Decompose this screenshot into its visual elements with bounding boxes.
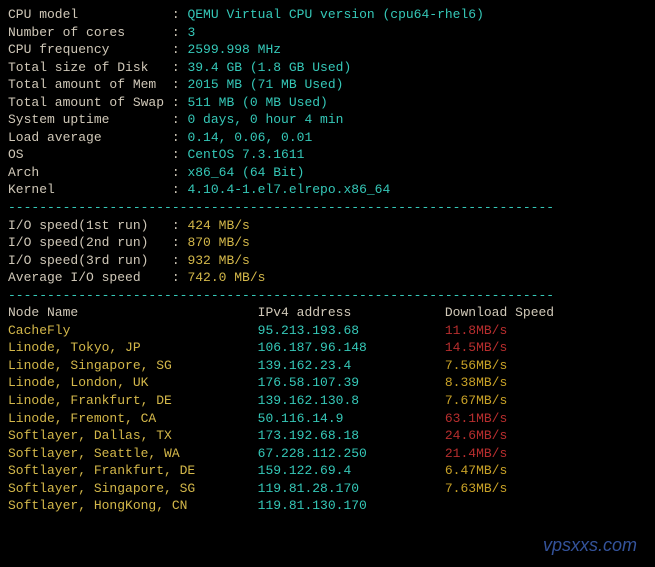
sysinfo-value: CentOS 7.3.1611: [187, 147, 304, 162]
colon: :: [172, 42, 188, 57]
download-speed: 6.47MB/s: [445, 463, 507, 478]
download-speed: 14.5MB/s: [445, 340, 507, 355]
colon: :: [172, 235, 188, 250]
download-speed: 24.6MB/s: [445, 428, 507, 443]
sysinfo-value: 2015 MB (71 MB Used): [187, 77, 343, 92]
download-speed: 7.63MB/s: [445, 481, 507, 496]
colon: :: [172, 270, 188, 285]
download-speed: 8.38MB/s: [445, 375, 507, 390]
sysinfo-label: OS: [8, 147, 172, 162]
node-name: Softlayer, Dallas, TX: [8, 428, 258, 443]
sysinfo-label: Load average: [8, 130, 172, 145]
download-speed: 63.1MB/s: [445, 411, 507, 426]
download-speed: 7.67MB/s: [445, 393, 507, 408]
node-name: Softlayer, Frankfurt, DE: [8, 463, 258, 478]
colon: :: [172, 25, 188, 40]
node-ip: 139.162.23.4: [258, 358, 445, 373]
sysinfo-label: CPU frequency: [8, 42, 172, 57]
sysinfo-label: Total amount of Mem: [8, 77, 172, 92]
sysinfo-value: 39.4 GB (1.8 GB Used): [187, 60, 351, 75]
sysinfo-label: Arch: [8, 165, 172, 180]
colon: :: [172, 165, 188, 180]
colon: :: [172, 147, 188, 162]
divider: ----------------------------------------…: [8, 288, 554, 303]
node-ip: 106.187.96.148: [258, 340, 445, 355]
node-name: CacheFly: [8, 323, 258, 338]
sysinfo-label: System uptime: [8, 112, 172, 127]
sysinfo-value: 0.14, 0.06, 0.01: [187, 130, 312, 145]
io-label: I/O speed(3rd run): [8, 253, 172, 268]
download-speed: 7.56MB/s: [445, 358, 507, 373]
node-ip: 119.81.130.170: [258, 498, 445, 513]
colon: :: [172, 130, 188, 145]
node-name: Softlayer, Singapore, SG: [8, 481, 258, 496]
node-ip: 159.122.69.4: [258, 463, 445, 478]
node-ip: 176.58.107.39: [258, 375, 445, 390]
sysinfo-label: Number of cores: [8, 25, 172, 40]
colon: :: [172, 60, 188, 75]
sysinfo-value: QEMU Virtual CPU version (cpu64-rhel6): [187, 7, 483, 22]
sysinfo-value: 511 MB (0 MB Used): [187, 95, 327, 110]
io-value: 742.0 MB/s: [187, 270, 265, 285]
node-ip: 119.81.28.170: [258, 481, 445, 496]
node-name: Softlayer, HongKong, CN: [8, 498, 258, 513]
io-label: Average I/O speed: [8, 270, 172, 285]
node-ip: 95.213.193.68: [258, 323, 445, 338]
colon: :: [172, 95, 188, 110]
io-value: 932 MB/s: [187, 253, 249, 268]
node-name: Linode, London, UK: [8, 375, 258, 390]
divider: ----------------------------------------…: [8, 200, 554, 215]
watermark: vpsxxs.com: [543, 533, 637, 557]
sysinfo-value: 3: [187, 25, 195, 40]
sysinfo-label: Total amount of Swap: [8, 95, 172, 110]
colon: :: [172, 253, 188, 268]
io-value: 870 MB/s: [187, 235, 249, 250]
sysinfo-value: 0 days, 0 hour 4 min: [187, 112, 343, 127]
node-name: Linode, Tokyo, JP: [8, 340, 258, 355]
sysinfo-value: 4.10.4-1.el7.elrepo.x86_64: [187, 182, 390, 197]
colon: :: [172, 77, 188, 92]
colon: :: [172, 112, 188, 127]
node-name: Linode, Singapore, SG: [8, 358, 258, 373]
colon: :: [172, 218, 188, 233]
node-name: Linode, Frankfurt, DE: [8, 393, 258, 408]
col-node: Node Name: [8, 305, 258, 320]
node-ip: 67.228.112.250: [258, 446, 445, 461]
io-value: 424 MB/s: [187, 218, 249, 233]
col-ip: IPv4 address: [258, 305, 445, 320]
io-label: I/O speed(2nd run): [8, 235, 172, 250]
node-name: Softlayer, Seattle, WA: [8, 446, 258, 461]
sysinfo-label: Total size of Disk: [8, 60, 172, 75]
sysinfo-label: Kernel: [8, 182, 172, 197]
io-label: I/O speed(1st run): [8, 218, 172, 233]
node-ip: 139.162.130.8: [258, 393, 445, 408]
sysinfo-label: CPU model: [8, 7, 172, 22]
node-ip: 50.116.14.9: [258, 411, 445, 426]
colon: :: [172, 182, 188, 197]
sysinfo-value: x86_64 (64 Bit): [187, 165, 304, 180]
download-speed: 21.4MB/s: [445, 446, 507, 461]
colon: :: [172, 7, 188, 22]
node-ip: 173.192.68.18: [258, 428, 445, 443]
download-speed: 11.8MB/s: [445, 323, 507, 338]
sysinfo-value: 2599.998 MHz: [187, 42, 281, 57]
col-download: Download Speed: [445, 305, 554, 320]
node-name: Linode, Fremont, CA: [8, 411, 258, 426]
